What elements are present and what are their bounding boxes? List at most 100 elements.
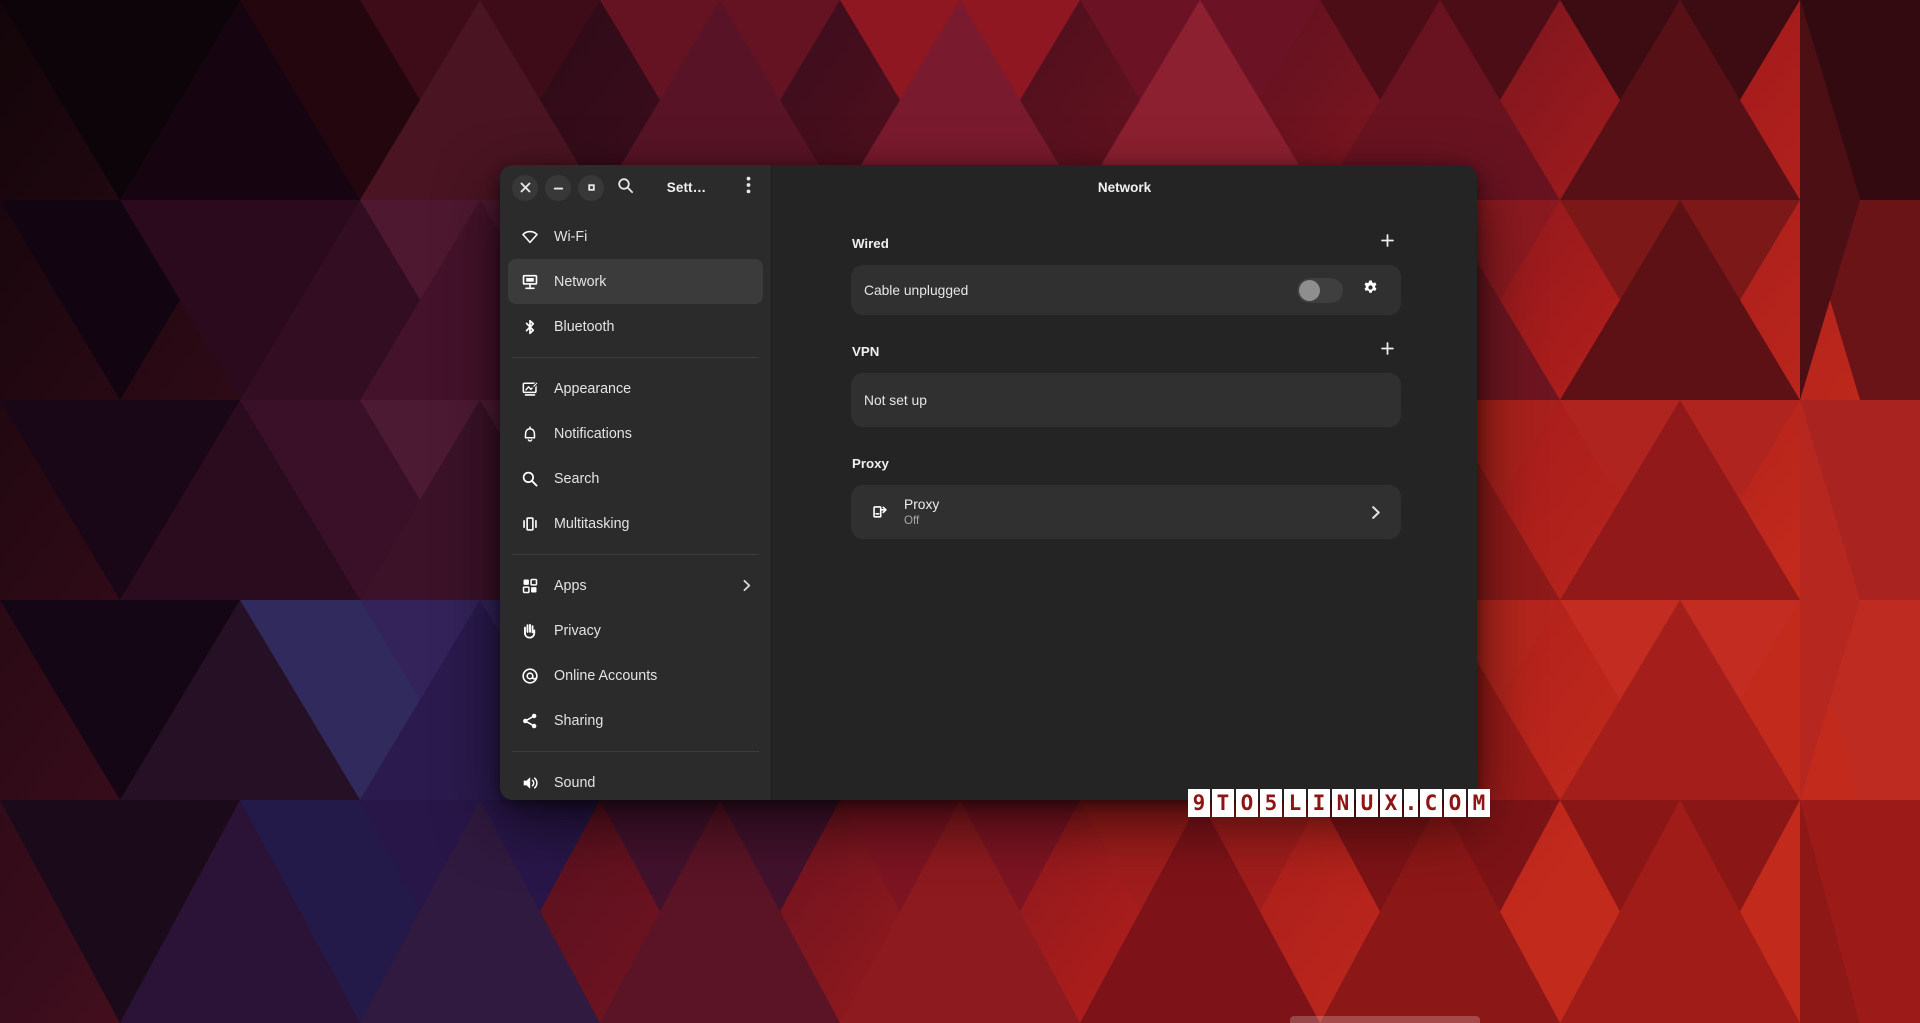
maximize-button[interactable] [578, 175, 604, 201]
sidebar-separator [512, 751, 759, 752]
sidebar-item-sharing[interactable]: Sharing [508, 698, 763, 743]
sidebar-item-label: Bluetooth [554, 319, 753, 335]
main-menu-button[interactable] [734, 174, 762, 202]
vertical-ellipsis-icon [746, 176, 751, 199]
watermark-char: L [1284, 789, 1306, 817]
sidebar-nav-list: Wi-Fi Network [500, 210, 771, 800]
sidebar-separator [512, 357, 759, 358]
proxy-subtitle: Off [904, 514, 1368, 528]
section-header: VPN [851, 338, 1401, 364]
watermark-char: 5 [1260, 789, 1282, 817]
gear-icon [1362, 279, 1379, 301]
add-vpn-button[interactable] [1374, 338, 1400, 364]
watermark-char: N [1332, 789, 1354, 817]
vpn-status-label: Not set up [864, 393, 1383, 408]
toggle-knob [1299, 280, 1320, 301]
sidebar-item-label: Wi-Fi [554, 229, 753, 245]
close-button[interactable] [512, 175, 538, 201]
sidebar-item-label: Network [554, 274, 753, 290]
search-button[interactable] [611, 174, 639, 202]
vpn-empty-row: Not set up [851, 373, 1401, 427]
watermark-char: I [1308, 789, 1330, 817]
section-header: Proxy [851, 450, 1401, 476]
sidebar-item-label: Sound [554, 775, 753, 791]
main-panel: Network Wired [772, 165, 1477, 800]
window-titlebar: Sett… [500, 165, 771, 210]
appearance-icon [520, 379, 540, 399]
sidebar-item-label: Online Accounts [554, 668, 753, 684]
sidebar-item-label: Privacy [554, 623, 753, 639]
section-wired: Wired Cable unplugged [851, 230, 1401, 315]
proxy-row[interactable]: Proxy Off [851, 485, 1401, 539]
proxy-title: Proxy [904, 496, 1368, 513]
watermark-char: O [1236, 789, 1258, 817]
sidebar-item-label: Appearance [554, 381, 753, 397]
sidebar-item-apps[interactable]: Apps [508, 563, 763, 608]
wired-connection-row[interactable]: Cable unplugged [851, 265, 1401, 315]
sidebar-item-bluetooth[interactable]: Bluetooth [508, 304, 763, 349]
main-content: Wired Cable unplugged [772, 210, 1477, 800]
section-vpn: VPN Not set up [851, 338, 1401, 427]
watermark-char: 9 [1188, 789, 1210, 817]
sidebar-item-label: Multitasking [554, 516, 753, 532]
wired-status-label: Cable unplugged [864, 283, 1297, 298]
main-header: Network [772, 165, 1477, 210]
hand-privacy-icon [520, 621, 540, 641]
network-icon [520, 272, 540, 292]
at-sign-icon [520, 666, 540, 686]
minimize-icon [553, 182, 564, 193]
watermark: 9TO5LINUX.COM [1188, 789, 1490, 817]
wifi-icon [520, 227, 540, 247]
section-title: Wired [852, 236, 1374, 251]
chevron-right-icon[interactable] [1368, 505, 1383, 520]
sidebar-item-label: Search [554, 471, 753, 487]
bell-icon [520, 424, 540, 444]
sidebar-item-appearance[interactable]: Appearance [508, 366, 763, 411]
sidebar-item-search[interactable]: Search [508, 456, 763, 501]
watermark-char: O [1444, 789, 1466, 817]
maximize-icon [586, 182, 597, 193]
add-wired-connection-button[interactable] [1374, 230, 1400, 256]
plus-icon [1380, 233, 1395, 253]
section-proxy: Proxy Proxy Off [851, 450, 1401, 539]
section-title: VPN [852, 344, 1374, 359]
share-nodes-icon [520, 711, 540, 731]
watermark-char: C [1420, 789, 1442, 817]
wired-toggle[interactable] [1297, 278, 1343, 303]
proxy-row-texts: Proxy Off [904, 496, 1368, 529]
sidebar-item-notifications[interactable]: Notifications [508, 411, 763, 456]
sidebar-item-network[interactable]: Network [508, 259, 763, 304]
settings-window: Sett… [500, 165, 1477, 800]
window-title: Sett… [646, 180, 727, 195]
minimize-button[interactable] [545, 175, 571, 201]
search-icon [617, 177, 634, 199]
sidebar-separator [512, 554, 759, 555]
sidebar-item-privacy[interactable]: Privacy [508, 608, 763, 653]
sidebar-item-multitasking[interactable]: Multitasking [508, 501, 763, 546]
proxy-icon [869, 501, 891, 523]
search-icon [520, 469, 540, 489]
watermark-char: . [1404, 789, 1418, 817]
plus-icon [1380, 341, 1395, 361]
sidebar-item-sound[interactable]: Sound [508, 760, 763, 800]
apps-grid-icon [520, 576, 540, 596]
desktop: Sett… [0, 0, 1920, 1023]
sidebar: Sett… [500, 165, 772, 800]
bluetooth-icon [520, 317, 540, 337]
speaker-icon [520, 773, 540, 793]
close-icon [520, 182, 531, 193]
watermark-char: M [1468, 789, 1490, 817]
section-title: Proxy [852, 456, 1400, 471]
multitasking-icon [520, 514, 540, 534]
sidebar-item-online-accounts[interactable]: Online Accounts [508, 653, 763, 698]
watermark-char: X [1380, 789, 1402, 817]
watermark-char: U [1356, 789, 1378, 817]
page-title: Network [1098, 180, 1151, 195]
dock-indicator[interactable] [1290, 1016, 1480, 1023]
sidebar-item-label: Sharing [554, 713, 753, 729]
wired-settings-button[interactable] [1357, 277, 1383, 303]
section-header: Wired [851, 230, 1401, 256]
chevron-right-icon [740, 579, 753, 592]
sidebar-item-wi-fi[interactable]: Wi-Fi [508, 214, 763, 259]
sidebar-item-label: Apps [554, 578, 726, 594]
